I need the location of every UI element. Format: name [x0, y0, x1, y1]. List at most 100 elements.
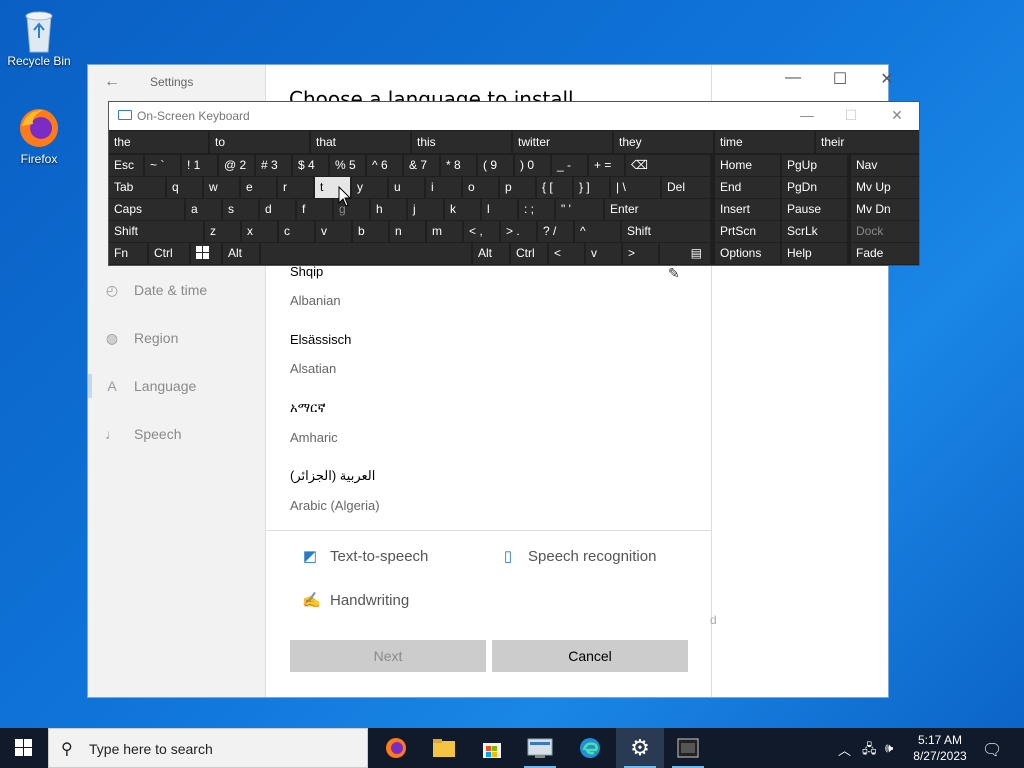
key-tab[interactable]: Tab — [109, 177, 165, 198]
prediction-that[interactable]: that — [311, 131, 410, 153]
key-ctrl-right[interactable]: Ctrl — [511, 243, 547, 264]
prediction-time[interactable]: time — [715, 131, 814, 153]
key-nav[interactable]: Nav — [851, 155, 919, 176]
key-6[interactable]: ^ 6 — [367, 155, 402, 176]
start-button[interactable] — [0, 728, 48, 768]
maximize-icon[interactable]: ☐ — [817, 69, 863, 89]
prediction-twitter[interactable]: twitter — [513, 131, 612, 153]
up-arrow-key-icon[interactable]: ^ — [575, 221, 620, 242]
key-0[interactable]: ) 0 — [515, 155, 550, 176]
key-z[interactable]: z — [205, 221, 240, 242]
key-p[interactable]: p — [500, 177, 535, 198]
taskbar-remote-app[interactable] — [516, 728, 564, 768]
key-alt-right[interactable]: Alt — [473, 243, 509, 264]
key-insert[interactable]: Insert — [715, 199, 780, 220]
volume-icon[interactable]: 🕪 — [885, 740, 893, 756]
key-a[interactable]: a — [186, 199, 221, 220]
left-arrow-key-icon[interactable]: < — [549, 243, 584, 264]
key-comma[interactable]: < , — [464, 221, 499, 242]
key-k[interactable]: k — [445, 199, 480, 220]
key-prtscn[interactable]: PrtScn — [715, 221, 780, 242]
recycle-bin-desktop-icon[interactable]: Recycle Bin — [1, 8, 77, 68]
key-fade[interactable]: Fade — [851, 243, 919, 264]
down-arrow-key-icon[interactable]: v — [586, 243, 621, 264]
key-help[interactable]: Help — [782, 243, 847, 264]
key-enter[interactable]: Enter — [605, 199, 710, 220]
maximize-icon[interactable]: ☐ — [831, 107, 871, 124]
sidebar-item-language[interactable]: A Language — [87, 374, 196, 398]
close-icon[interactable]: ✕ — [877, 107, 917, 124]
key-pgdn[interactable]: PgDn — [782, 177, 847, 198]
minimize-icon[interactable]: — — [787, 107, 827, 123]
key-n[interactable]: n — [390, 221, 425, 242]
taskbar-file-explorer[interactable] — [420, 728, 468, 768]
key-f[interactable]: f — [297, 199, 332, 220]
key-esc[interactable]: Esc — [109, 155, 143, 176]
key-fn[interactable]: Fn — [109, 243, 147, 264]
key-bracket-open[interactable]: { [ — [537, 177, 572, 198]
prediction-this[interactable]: this — [412, 131, 511, 153]
key-quote[interactable]: " ' — [556, 199, 603, 220]
windows-key-icon[interactable] — [191, 243, 221, 264]
key-y[interactable]: y — [352, 177, 387, 198]
key-i[interactable]: i — [426, 177, 461, 198]
key-dock[interactable]: Dock — [851, 221, 919, 242]
key-home[interactable]: Home — [715, 155, 780, 176]
taskbar-osk[interactable] — [664, 728, 712, 768]
key-ctrl-left[interactable]: Ctrl — [149, 243, 189, 264]
cancel-button[interactable]: Cancel — [492, 640, 688, 672]
taskbar-store[interactable] — [468, 728, 516, 768]
prediction-their[interactable]: their — [816, 131, 919, 153]
key-4[interactable]: $ 4 — [293, 155, 328, 176]
key-r[interactable]: r — [278, 177, 313, 198]
key-3[interactable]: # 3 — [256, 155, 291, 176]
key-d[interactable]: d — [260, 199, 295, 220]
key-9[interactable]: ( 9 — [478, 155, 513, 176]
key-x[interactable]: x — [242, 221, 277, 242]
list-item-amharic[interactable]: አማርኛ Amharic — [290, 400, 338, 445]
list-item-albanian[interactable]: Shqip Albanian — [290, 264, 341, 308]
chevron-up-icon[interactable]: ︿ — [838, 740, 851, 759]
key-alt-left[interactable]: Alt — [223, 243, 259, 264]
key-l[interactable]: l — [482, 199, 517, 220]
next-button[interactable]: Next — [290, 640, 486, 672]
key-8[interactable]: * 8 — [441, 155, 476, 176]
key-j[interactable]: j — [408, 199, 443, 220]
key-c[interactable]: c — [279, 221, 314, 242]
prediction-they[interactable]: they — [614, 131, 713, 153]
key-2[interactable]: @ 2 — [219, 155, 254, 176]
key-caps[interactable]: Caps — [109, 199, 184, 220]
sidebar-item-date-time[interactable]: ◴ Date & time — [104, 282, 207, 298]
key-shift-right[interactable]: Shift — [622, 221, 710, 242]
context-menu-key-icon[interactable]: ▤ — [660, 243, 710, 264]
key-pgup[interactable]: PgUp — [782, 155, 847, 176]
key-pause[interactable]: Pause — [782, 199, 847, 220]
key-scrlk[interactable]: ScrLk — [782, 221, 847, 242]
key-slash[interactable]: ? / — [538, 221, 573, 242]
key-e[interactable]: e — [241, 177, 276, 198]
key-mv-dn[interactable]: Mv Dn — [851, 199, 919, 220]
key-minus[interactable]: _ - — [552, 155, 587, 176]
key-options[interactable]: Options — [715, 243, 780, 264]
list-item-alsatian[interactable]: Elsässisch Alsatian — [290, 332, 351, 376]
minimize-icon[interactable]: — — [770, 69, 816, 87]
key-1[interactable]: ! 1 — [182, 155, 217, 176]
taskbar-settings[interactable]: ⚙ — [616, 728, 664, 768]
key-mv-up[interactable]: Mv Up — [851, 177, 919, 198]
key-shift-left[interactable]: Shift — [109, 221, 203, 242]
list-item-arabic-algeria[interactable]: العربية (الجزائر) Arabic (Algeria) — [290, 468, 380, 513]
key-space[interactable] — [261, 243, 471, 264]
key-o[interactable]: o — [463, 177, 498, 198]
taskbar-clock[interactable]: 5:17 AM 8/27/2023 — [904, 732, 976, 764]
right-arrow-key-icon[interactable]: > — [623, 243, 658, 264]
key-q[interactable]: q — [167, 177, 202, 198]
close-icon[interactable]: ✕ — [864, 69, 910, 89]
prediction-the[interactable]: the — [109, 131, 208, 153]
sidebar-item-region[interactable]: ◍ Region — [104, 330, 178, 346]
backspace-key-icon[interactable]: ⌫ — [626, 155, 710, 176]
key-h[interactable]: h — [371, 199, 406, 220]
key-bracket-close[interactable]: } ] — [574, 177, 609, 198]
notifications-icon[interactable]: 🗨 — [982, 740, 1002, 760]
search-box[interactable]: ⚲ Type here to search — [48, 728, 368, 768]
key-end[interactable]: End — [715, 177, 780, 198]
